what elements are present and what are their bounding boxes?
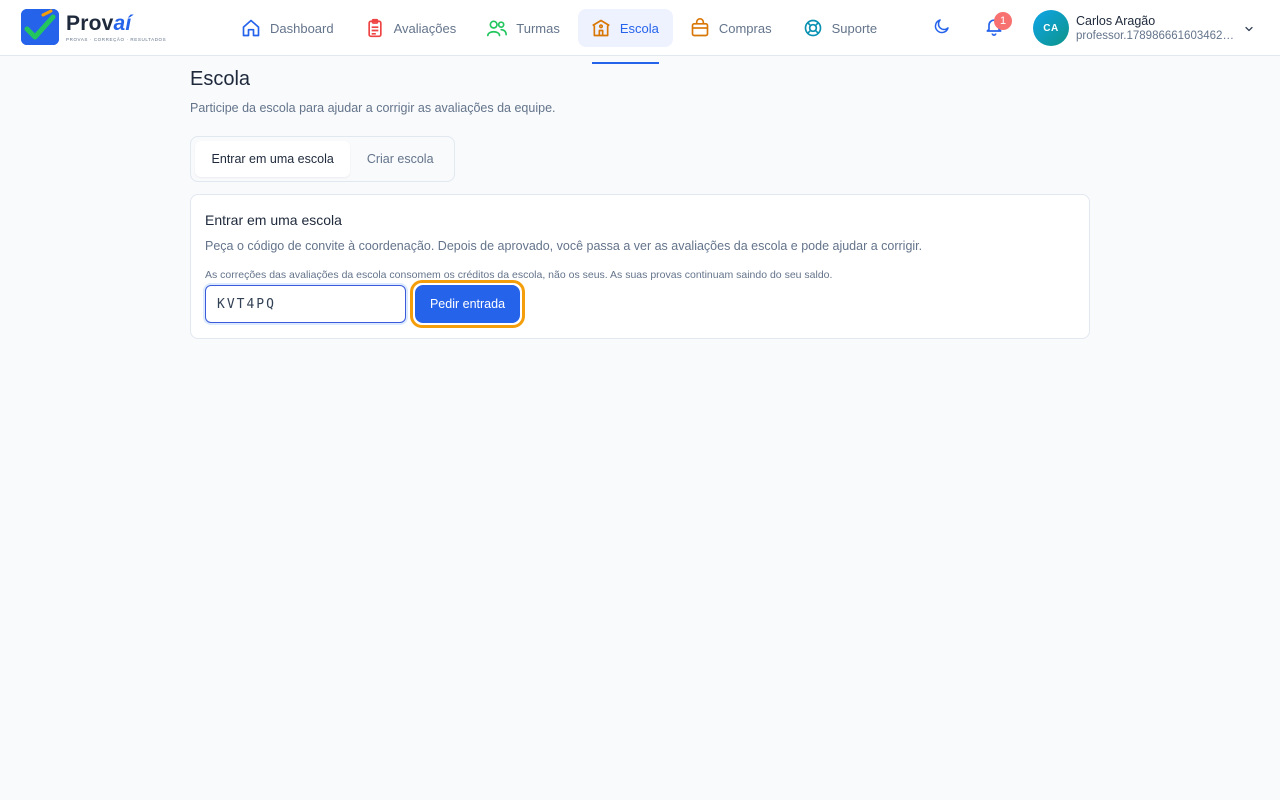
nav-dashboard[interactable]: Dashboard [228,9,348,47]
invite-code-input[interactable] [205,285,406,323]
users-icon [486,17,508,39]
user-menu[interactable]: CA Carlos Aragão professor.1789866616034… [1033,10,1236,46]
page-title: Escola [190,68,251,90]
brand-name: Provaí [66,11,132,35]
notifications-button[interactable]: 1 [980,12,1012,42]
page-subtitle: Participe da escola para ajudar a corrig… [190,101,556,115]
join-school-card: Entrar em uma escola Peça o código de co… [190,194,1090,339]
school-tabs: Entrar em uma escola Criar escola [190,136,455,182]
nav-escola-label: Escola [619,20,659,36]
card-title: Entrar em uma escola [205,212,342,228]
moon-icon [933,17,951,40]
logo-mark-icon [21,9,59,45]
user-info: Carlos Aragão professor.1789866616034620… [1076,13,1236,44]
card-description: Peça o código de convite à coordenação. … [205,239,923,253]
top-header: Provaí PROVAS · CORREÇÃO · RESULTADOS Da… [0,0,1280,64]
nav-dashboard-label: Dashboard [270,20,334,36]
theme-toggle-button[interactable] [928,14,956,42]
nav-escola[interactable]: Escola [577,9,673,64]
logo-text: Provaí PROVAS · CORREÇÃO · RESULTADOS [66,11,167,42]
notification-count-badge: 1 [994,12,1012,30]
nav-compras-label: Compras [718,20,772,36]
school-icon [590,17,612,39]
nav-compras[interactable]: Compras [677,9,786,47]
nav-turmas[interactable]: Turmas [474,9,574,47]
brand-logo[interactable]: Provaí PROVAS · CORREÇÃO · RESULTADOS [21,9,166,45]
clipboard-icon [364,17,386,39]
nav-avaliacoes-label: Avaliações [393,20,457,36]
lifebuoy-icon [802,17,824,39]
tab-entrar-escola[interactable]: Entrar em uma escola [195,141,351,177]
chevron-down-icon[interactable] [1242,22,1256,40]
user-email: professor.17898666160346205@provai.app [1076,29,1236,42]
request-entry-button[interactable]: Pedir entrada [415,285,520,323]
active-tab-indicator [591,62,659,64]
credits-note: As correções das avaliações da escola co… [205,269,833,281]
nav-turmas-label: Turmas [516,20,560,36]
shopping-bag-icon [689,17,711,39]
nav-avaliacoes[interactable]: Avaliações [352,9,471,47]
tab-criar-escola[interactable]: Criar escola [350,141,450,177]
brand-tagline: PROVAS · CORREÇÃO · RESULTADOS [66,36,167,42]
nav-suporte[interactable]: Suporte [790,9,892,47]
home-icon [240,17,262,39]
nav-suporte-label: Suporte [831,20,878,36]
avatar: CA [1033,10,1069,46]
main-nav: Dashboard Avaliações Turmas Escola Compr… [228,9,895,64]
user-name: Carlos Aragão [1076,13,1156,28]
